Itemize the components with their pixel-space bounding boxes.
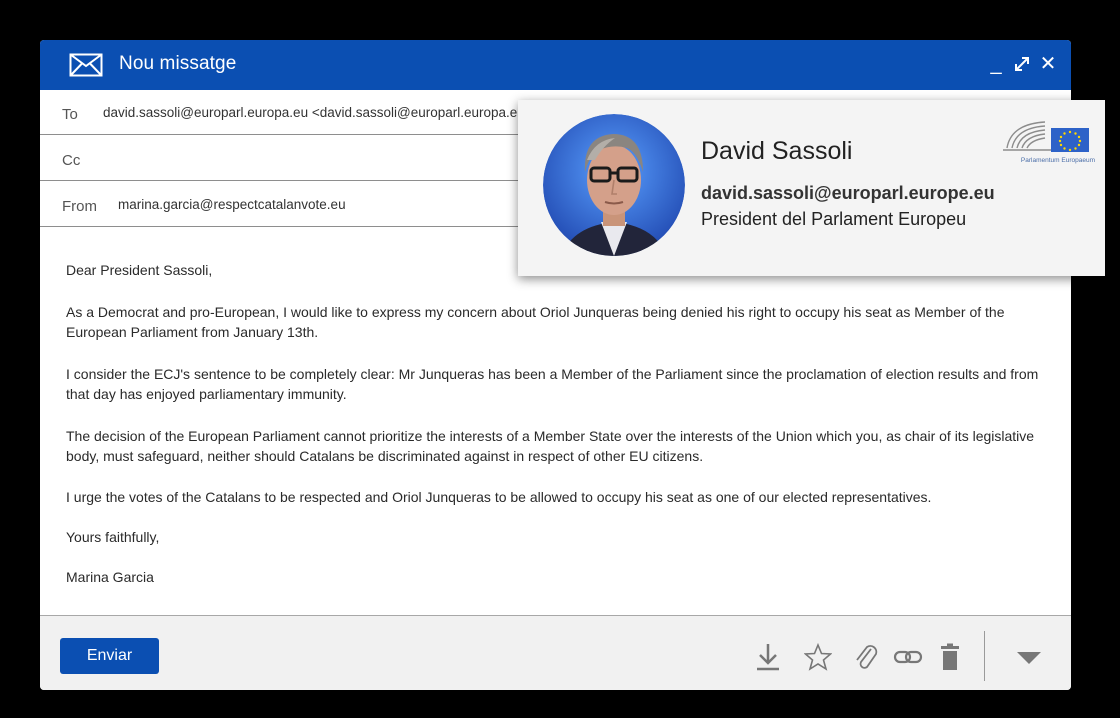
download-icon[interactable] [753, 640, 783, 674]
from-label: From [62, 198, 97, 215]
contact-email[interactable]: david.sassoli@europarl.europe.eu [701, 183, 995, 204]
minimize-icon[interactable]: _ [987, 53, 1005, 75]
trash-icon[interactable] [935, 640, 965, 674]
message-paragraph: I consider the ECJ's sentence to be comp… [66, 366, 1039, 402]
message-paragraph: Yours faithfully, [66, 529, 160, 545]
to-field[interactable]: david.sassoli@europarl.europa.eu <david.… [103, 105, 543, 120]
chevron-down-icon[interactable] [1014, 640, 1044, 674]
message-paragraph: As a Democrat and pro-European, I would … [66, 304, 1005, 340]
title-bar: Nou missatge _ ✕ [40, 40, 1071, 90]
paperclip-icon[interactable] [851, 640, 881, 674]
envelope-icon [69, 53, 103, 77]
expand-icon[interactable] [1013, 53, 1031, 75]
close-icon[interactable]: ✕ [1039, 53, 1057, 75]
avatar [543, 114, 685, 256]
logo-caption: Parlamentum Europaeum [1020, 157, 1095, 164]
toolbar-divider [984, 631, 985, 681]
contact-card: David Sassoli david.sassoli@europarl.eur… [518, 100, 1105, 276]
link-icon[interactable] [893, 640, 923, 674]
message-paragraph: The decision of the European Parliament … [66, 428, 1035, 464]
send-button[interactable]: Enviar [60, 638, 159, 674]
contact-name: David Sassoli [701, 137, 853, 165]
cc-label: Cc [62, 152, 81, 169]
message-paragraph: I urge the votes of the Catalans to be r… [66, 489, 932, 505]
window-title: Nou missatge [119, 53, 237, 74]
message-paragraph: Marina Garcia [66, 569, 154, 585]
window-controls: _ ✕ [987, 53, 1057, 75]
star-icon[interactable] [803, 640, 833, 674]
contact-role: President del Parlament Europeu [701, 209, 967, 229]
compose-footer: Enviar [40, 615, 1071, 690]
to-label: To [62, 106, 78, 123]
